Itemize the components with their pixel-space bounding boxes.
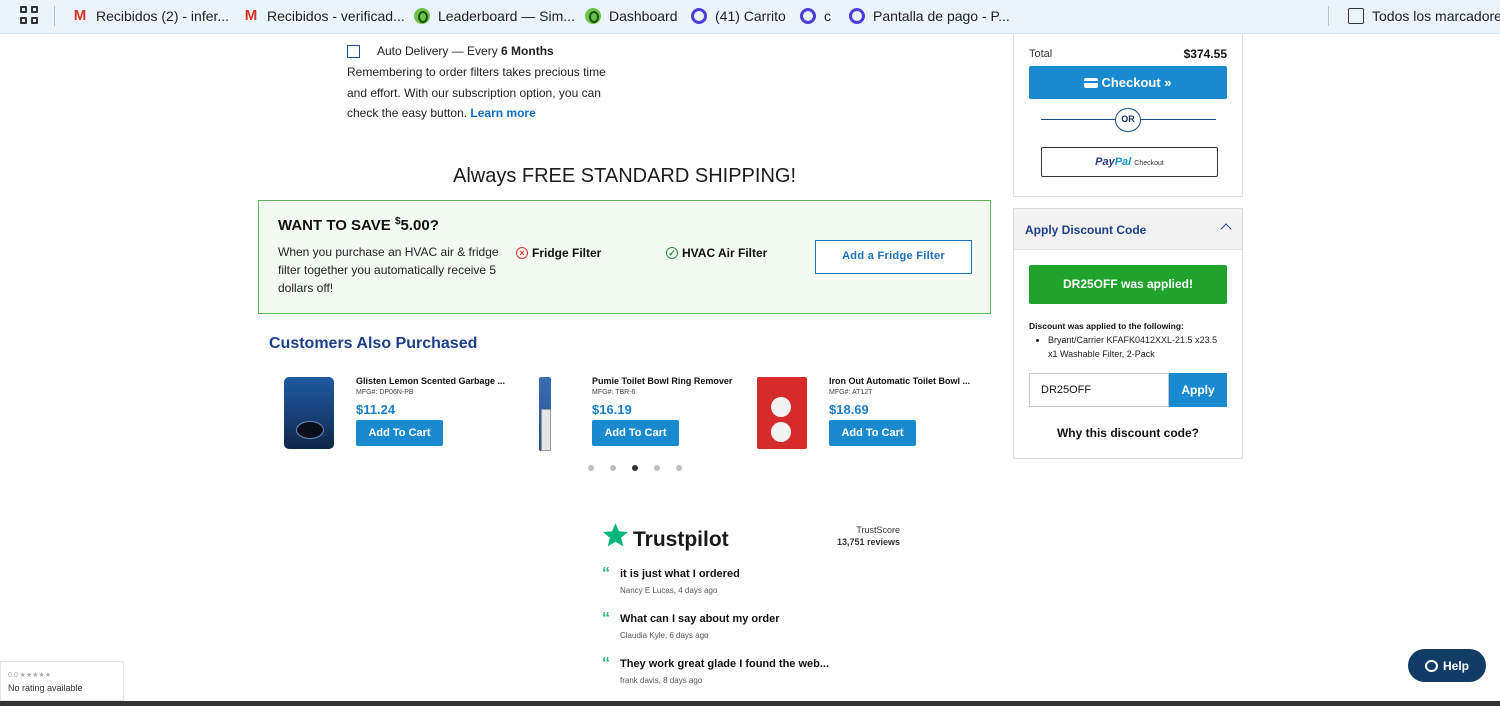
order-summary-card: Total $374.55 Checkout » OR PayPal Check… xyxy=(1013,34,1243,197)
product-price: $16.19 xyxy=(592,402,632,417)
paypal-checkout-button[interactable]: PayPal Checkout xyxy=(1041,147,1218,177)
add-to-cart-button[interactable]: Add To Cart xyxy=(356,420,443,446)
quote-icon: “ xyxy=(602,610,610,627)
bookmarks-separator xyxy=(54,6,55,26)
product-card: Glisten Lemon Scented Garbage ... MFG#: … xyxy=(284,372,514,452)
bookmark-item[interactable]: M Recibidos - verificad... xyxy=(243,5,405,27)
folder-icon xyxy=(1348,8,1364,24)
product-image[interactable] xyxy=(520,377,570,451)
discount-code-input[interactable] xyxy=(1029,373,1169,407)
bookmark-item[interactable]: c xyxy=(800,5,831,27)
green-app-icon xyxy=(414,8,430,24)
add-to-cart-button[interactable]: Add To Cart xyxy=(592,420,679,446)
product-image[interactable] xyxy=(757,377,807,449)
total-value: $374.55 xyxy=(1183,47,1227,61)
product-mfg: MFG#: AT12T xyxy=(829,389,873,396)
subscription-description: Remembering to order filters takes preci… xyxy=(347,65,606,120)
save-offer-box: WANT TO SAVE $5.00? When you purchase an… xyxy=(258,200,991,314)
auto-delivery-label: Auto Delivery — Every 6 Months xyxy=(377,44,554,58)
product-price: $18.69 xyxy=(829,402,869,417)
bookmark-item[interactable]: Leaderboard — Sim... xyxy=(414,5,575,27)
chat-bubble-icon xyxy=(1424,659,1438,672)
bookmark-item[interactable]: Pantalla de pago - P... xyxy=(849,5,1010,27)
total-label: Total xyxy=(1029,48,1053,60)
product-name[interactable]: Pumie Toilet Bowl Ring Remover xyxy=(592,376,742,386)
trustpilot-star-icon xyxy=(603,523,628,547)
delivery-frequency[interactable]: 6 Months xyxy=(501,44,554,58)
apply-discount-button[interactable]: Apply xyxy=(1169,373,1227,407)
discount-title: Apply Discount Code xyxy=(1025,223,1147,237)
carousel-dot[interactable] xyxy=(610,465,616,471)
carousel-dot[interactable] xyxy=(654,465,660,471)
or-label: OR xyxy=(1115,108,1141,132)
product-name[interactable]: Glisten Lemon Scented Garbage ... xyxy=(356,376,506,386)
purple-ring-icon xyxy=(800,8,816,24)
bookmarks-separator xyxy=(1328,6,1329,26)
trustscore[interactable]: TrustScore 13,751 reviews xyxy=(810,524,900,548)
check-circle-icon: ✓ xyxy=(666,247,678,259)
rating-stars: 0.0 ★★★★★ xyxy=(8,672,52,679)
free-shipping-banner: Always FREE STANDARD SHIPPING! xyxy=(452,165,797,187)
apps-grid-icon[interactable] xyxy=(20,6,40,26)
help-button[interactable]: Help xyxy=(1408,649,1486,682)
customers-also-purchased-title: Customers Also Purchased xyxy=(269,335,478,352)
add-fridge-filter-button[interactable]: Add a Fridge Filter xyxy=(815,240,972,274)
bookmark-item[interactable]: (41) Carrito xyxy=(691,5,786,27)
rating-text: No rating available xyxy=(8,683,83,693)
discount-applied-banner: DR25OFF was applied! xyxy=(1029,265,1227,304)
purple-ring-icon xyxy=(691,8,707,24)
discount-card: Apply Discount Code DR25OFF was applied!… xyxy=(1013,208,1243,459)
product-card: Iron Out Automatic Toilet Bowl ... MFG#:… xyxy=(757,372,987,452)
fridge-filter-status: × Fridge Filter xyxy=(516,246,601,260)
discount-header[interactable]: Apply Discount Code xyxy=(1014,209,1242,250)
applied-items-list: Bryant/Carrier KFAFK0412XXL-21.5 x23.5 x… xyxy=(1048,333,1228,361)
add-to-cart-button[interactable]: Add To Cart xyxy=(829,420,916,446)
bookmark-item[interactable]: Dashboard xyxy=(585,5,678,27)
save-offer-title: WANT TO SAVE $5.00? xyxy=(278,216,439,234)
all-bookmarks-folder[interactable]: Todos los marcadores xyxy=(1348,5,1500,27)
product-name[interactable]: Iron Out Automatic Toilet Bowl ... xyxy=(829,376,979,386)
bookmarks-bar: M Recibidos (2) - infer... M Recibidos - v… xyxy=(0,0,1500,34)
list-item: Bryant/Carrier KFAFK0412XXL-21.5 x23.5 x… xyxy=(1048,333,1228,361)
bottom-edge xyxy=(0,701,1500,706)
checkout-button[interactable]: Checkout » xyxy=(1029,66,1227,99)
applied-to-label: Discount was applied to the following: xyxy=(1029,321,1184,331)
save-offer-description: When you purchase an HVAC air & fridge f… xyxy=(278,245,499,295)
carousel-dot[interactable] xyxy=(632,465,638,471)
credit-card-icon xyxy=(1084,78,1099,88)
auto-delivery-checkbox[interactable] xyxy=(347,45,360,58)
product-card: Pumie Toilet Bowl Ring Remover MFG#: TBR… xyxy=(520,372,750,452)
green-app-icon xyxy=(585,8,601,24)
carousel-dot[interactable] xyxy=(676,465,682,471)
learn-more-link[interactable]: Learn more xyxy=(470,106,535,120)
quote-icon: “ xyxy=(602,655,610,672)
product-image[interactable] xyxy=(284,377,334,449)
why-discount-link[interactable]: Why this discount code? xyxy=(1014,426,1242,440)
gmail-icon: M xyxy=(244,7,258,24)
carousel-dots xyxy=(588,465,682,471)
chevron-up-icon[interactable] xyxy=(1220,223,1232,235)
bookmark-item[interactable]: M Recibidos (2) - infer... xyxy=(72,5,229,27)
trustpilot-logo[interactable]: Trustpilot xyxy=(633,528,729,552)
x-circle-icon: × xyxy=(516,247,528,259)
carousel-dot[interactable] xyxy=(588,465,594,471)
product-mfg: MFG#: DP06N-PB xyxy=(356,389,414,396)
gmail-icon: M xyxy=(73,7,87,24)
hvac-filter-status: ✓ HVAC Air Filter xyxy=(666,246,767,260)
rating-widget[interactable]: 0.0 ★★★★★ No rating available xyxy=(0,661,124,701)
purple-ring-icon xyxy=(849,8,865,24)
product-mfg: MFG#: TBR-6 xyxy=(592,389,636,396)
product-price: $11.24 xyxy=(356,402,396,417)
quote-icon: “ xyxy=(602,565,610,582)
